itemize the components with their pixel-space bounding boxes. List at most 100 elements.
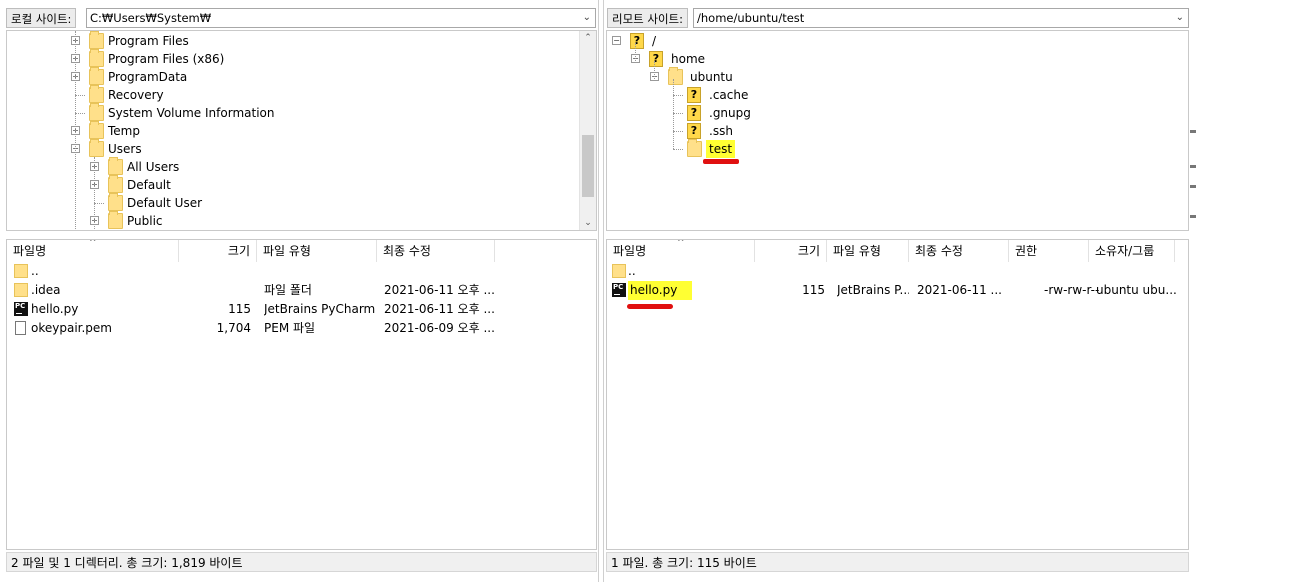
remote-tree-item-label: home: [671, 52, 706, 66]
remote-col-modified[interactable]: 최종 수정: [909, 240, 1009, 262]
remote-col-size[interactable]: 크기: [755, 240, 827, 262]
remote-col-name[interactable]: 파일명 ^: [607, 240, 755, 262]
file-modified: 2021-06-11 ...: [917, 283, 1002, 297]
local-tree-scroll-thumb[interactable]: [582, 135, 594, 197]
tree-connector: [673, 113, 683, 114]
tree-connector: [654, 61, 655, 79]
remote-file-list[interactable]: 파일명 ^ 크기 파일 유형 최종 수정 권한 소유자/그룹 .. PC hel…: [606, 239, 1189, 550]
chevron-down-icon[interactable]: ⌄: [1176, 9, 1184, 27]
file-name: hello.py: [31, 302, 79, 316]
remote-tree-item[interactable]: ? .cache: [607, 86, 1167, 104]
document-file-icon: [15, 321, 26, 335]
local-tree-item-label: Program Files: [108, 34, 189, 48]
file-size: 1,704: [216, 321, 251, 335]
local-tree-item[interactable]: Recovery: [7, 85, 567, 104]
folder-icon: [89, 103, 104, 121]
scroll-down-icon[interactable]: ⌄: [580, 218, 596, 228]
local-tree-item-label: ProgramData: [108, 70, 188, 84]
file-type: 파일 폴더: [264, 283, 312, 297]
local-tree-item[interactable]: + Temp: [7, 121, 567, 140]
local-tree-item-label: All Users: [127, 160, 180, 174]
local-tree-item-label: System Volume Information: [108, 106, 275, 120]
local-file-list[interactable]: 파일명 ^ 크기 파일 유형 최종 수정 .. .idea 파일 폴더 2021…: [6, 239, 597, 550]
local-tree-item[interactable]: + All Users: [7, 157, 567, 176]
remote-tree-item-label: .cache: [709, 88, 749, 102]
file-type: JetBrains PyCharm...: [264, 302, 376, 316]
red-annotation-underline: [627, 304, 673, 309]
remote-tree-item-label: /: [652, 34, 657, 48]
local-col-name[interactable]: 파일명 ^: [7, 240, 179, 262]
remote-col-type[interactable]: 파일 유형: [827, 240, 909, 262]
local-site-bar: 로컬 사이트: C:₩Users₩System₩ ⌄: [0, 7, 598, 30]
tree-connector: [75, 95, 85, 96]
local-tree-item-label: Users: [108, 142, 142, 156]
tree-connector: [75, 31, 76, 230]
tree-connector: [673, 95, 683, 96]
remote-tree-item[interactable]: −? /: [607, 32, 1167, 50]
folder-icon: [108, 211, 123, 229]
remote-tree-item[interactable]: − ubuntu: [607, 67, 1167, 86]
local-tree-item-label: Recovery: [108, 88, 164, 102]
local-path-text: C:₩Users₩System₩: [90, 11, 212, 25]
sort-caret-icon: ^: [677, 239, 685, 248]
local-tree-item[interactable]: + Public: [7, 211, 567, 230]
local-tree-item[interactable]: + Program Files: [7, 31, 567, 50]
file-modified: 2021-06-09 오후 ...: [384, 321, 495, 335]
local-site-label: 로컬 사이트:: [6, 8, 77, 28]
remote-path-text: /home/ubuntu/test: [697, 11, 805, 25]
local-path-combo[interactable]: C:₩Users₩System₩ ⌄: [86, 8, 596, 28]
folder-icon: [89, 121, 104, 139]
chevron-down-icon[interactable]: ⌄: [583, 9, 591, 27]
local-col-modified[interactable]: 최종 수정: [377, 240, 495, 262]
remote-status-bar: 1 파일. 총 크기: 115 바이트: [606, 552, 1189, 572]
folder-icon: [108, 157, 123, 175]
remote-site-pane: 리모트 사이트: /home/ubuntu/test ⌄ −? / −? hom…: [603, 0, 1190, 582]
file-name: ..: [628, 264, 636, 278]
remote-path-combo[interactable]: /home/ubuntu/test ⌄: [693, 8, 1189, 28]
file-modified: 2021-06-11 오후 ...: [384, 283, 495, 297]
unknown-folder-icon: ?: [649, 51, 663, 67]
local-tree-item[interactable]: + Default: [7, 175, 567, 194]
unknown-folder-icon: ?: [630, 33, 644, 49]
folder-icon: [612, 264, 626, 278]
file-type: PEM 파일: [264, 321, 316, 335]
remote-tree-item[interactable]: test: [607, 139, 1167, 158]
remote-tree-item[interactable]: ? .gnupg: [607, 104, 1167, 122]
remote-tree-item[interactable]: ? .ssh: [607, 122, 1167, 140]
unknown-folder-icon: ?: [687, 123, 701, 139]
pycharm-file-icon: PC: [612, 283, 626, 297]
remote-file-row[interactable]: PC hello.py 115 JetBrains P... 2021-06-1…: [607, 281, 1177, 300]
remote-file-row[interactable]: ..: [607, 262, 1177, 281]
local-file-row[interactable]: okeypair.pem 1,704 PEM 파일 2021-06-09 오후 …: [7, 319, 577, 338]
tree-connector: [94, 203, 104, 204]
folder-icon: [89, 139, 104, 157]
remote-tree-item[interactable]: −? home: [607, 50, 1167, 68]
local-tree-item[interactable]: + Program Files (x86): [7, 49, 567, 68]
local-file-row[interactable]: .idea 파일 폴더 2021-06-11 오후 ...: [7, 281, 577, 300]
local-col-type[interactable]: 파일 유형: [257, 240, 377, 262]
file-name: ..: [31, 264, 39, 278]
folder-icon: [668, 67, 683, 85]
local-file-row[interactable]: PC hello.py 115 JetBrains PyCharm... 202…: [7, 300, 577, 319]
local-tree-item[interactable]: − Users: [7, 139, 567, 158]
local-directory-tree[interactable]: + Program Files + Program Files (x86) + …: [6, 30, 597, 231]
edge-fragment: [1190, 215, 1196, 218]
local-tree-item-label: Default: [127, 178, 171, 192]
local-file-row[interactable]: ..: [7, 262, 577, 281]
local-col-size[interactable]: 크기: [179, 240, 257, 262]
remote-col-owner[interactable]: 소유자/그룹: [1089, 240, 1175, 262]
remote-site-bar: 리모트 사이트: /home/ubuntu/test ⌄: [604, 7, 1190, 30]
folder-icon: [687, 139, 702, 157]
scroll-up-icon[interactable]: ⌃: [580, 33, 596, 43]
local-tree-scrollbar[interactable]: ⌃ ⌄: [579, 31, 596, 230]
folder-icon: [89, 85, 104, 103]
local-tree-item[interactable]: Default User: [7, 193, 567, 212]
local-tree-item[interactable]: System Volume Information: [7, 103, 567, 122]
folder-icon: [108, 175, 123, 193]
tree-expander-icon[interactable]: −: [612, 36, 621, 45]
remote-directory-tree[interactable]: −? / −? home − ubuntu ? .cache ? .gnupg …: [606, 30, 1189, 231]
remote-col-perm[interactable]: 권한: [1009, 240, 1089, 262]
local-tree-item[interactable]: + ProgramData: [7, 67, 567, 86]
local-status-bar: 2 파일 및 1 디렉터리. 총 크기: 1,819 바이트: [6, 552, 597, 572]
background-window-edge: [1190, 0, 1289, 582]
